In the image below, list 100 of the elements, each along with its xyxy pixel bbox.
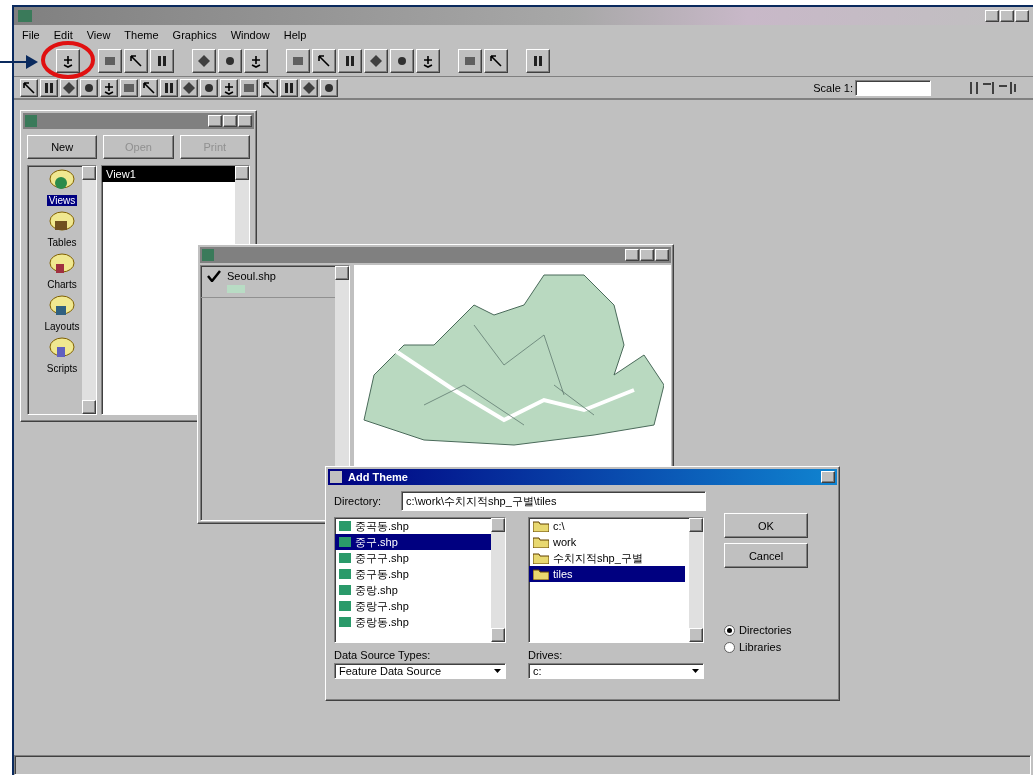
directory-field[interactable]: c:\work\수치지적shp_구별\tiles [401, 491, 706, 511]
toolbar-button[interactable] [338, 48, 362, 73]
dialog-button[interactable]: OK [724, 513, 808, 538]
menu-item[interactable]: Edit [53, 29, 73, 41]
maximize-button[interactable] [1000, 10, 1014, 22]
menu-item[interactable]: Help [283, 29, 307, 41]
app-icon [18, 10, 32, 22]
minimize-button[interactable] [985, 10, 999, 22]
document-type-item[interactable]: Scripts [44, 363, 80, 374]
scroll-up-button[interactable] [235, 166, 249, 180]
tool-button[interactable] [220, 78, 238, 97]
menu-item[interactable]: File [22, 29, 40, 41]
scale-field[interactable] [855, 79, 931, 96]
tool-icon [102, 80, 116, 95]
scroll-up-button[interactable] [689, 518, 703, 532]
view-icon [202, 249, 214, 261]
menu-item[interactable]: Graphics [172, 29, 217, 41]
tool-button[interactable] [40, 78, 58, 97]
document-type-item[interactable]: Tables [45, 237, 79, 248]
tool-button[interactable] [320, 78, 338, 97]
caret-icon [494, 669, 501, 673]
toolbar-button[interactable] [56, 48, 80, 73]
toolbar-button[interactable] [150, 48, 174, 73]
shapefile-item[interactable]: 중랑동.shp [335, 614, 491, 630]
drive-dropdown[interactable]: c: [528, 663, 704, 679]
document-type-item[interactable]: Charts [45, 279, 79, 290]
radio-button[interactable] [724, 624, 735, 636]
folder-icon [533, 568, 549, 580]
tool-button[interactable] [60, 78, 78, 97]
dialog-title: Add Theme [348, 471, 408, 483]
toolbar-button[interactable] [98, 48, 122, 73]
scroll-up-button[interactable] [82, 166, 96, 180]
shapefile-item[interactable]: 중구동.shp [335, 566, 491, 582]
toolbar-button[interactable] [364, 48, 388, 73]
folder-item[interactable]: c:\ [529, 518, 685, 534]
maximize-button[interactable] [640, 249, 654, 261]
tool-button[interactable] [280, 78, 298, 97]
shapefile-icon [339, 601, 351, 611]
close-button[interactable] [821, 471, 835, 483]
dialog-button[interactable]: Cancel [724, 543, 808, 568]
folder-item[interactable]: work [529, 534, 685, 550]
scroll-down-button[interactable] [491, 628, 505, 642]
minimize-button[interactable] [625, 249, 639, 261]
close-button[interactable] [238, 115, 252, 127]
toolbar-button[interactable] [390, 48, 414, 73]
shapefile-icon [339, 569, 351, 579]
drives-label: Drives: [528, 649, 564, 661]
tool-icon [317, 53, 331, 68]
menu-item[interactable]: Window [230, 29, 270, 41]
toolbar-button[interactable] [124, 48, 148, 73]
tool-button[interactable] [140, 78, 158, 97]
scroll-down-button[interactable] [82, 400, 96, 414]
scroll-down-button[interactable] [689, 628, 703, 642]
tool-button[interactable] [100, 78, 118, 97]
toolbar-button[interactable] [458, 48, 482, 73]
toolbar-button[interactable] [244, 48, 268, 73]
toolbar-button[interactable] [526, 48, 550, 73]
tool-button[interactable] [20, 78, 38, 97]
toolbar-button[interactable] [416, 48, 440, 73]
shapefile-icon [339, 537, 351, 547]
directory-label: Directory: [334, 495, 382, 507]
toolbar-button[interactable] [312, 48, 336, 73]
shapefile-item[interactable]: 중구구.shp [335, 550, 491, 566]
scroll-up-button[interactable] [491, 518, 505, 532]
tool-button[interactable] [160, 78, 178, 97]
radio-button[interactable] [724, 641, 735, 653]
source-type-dropdown[interactable]: Feature Data Source [334, 663, 506, 679]
tool-icon [162, 80, 176, 95]
document-type-item[interactable]: Layouts [42, 321, 82, 332]
close-button[interactable] [655, 249, 669, 261]
folder-item[interactable]: tiles [529, 566, 685, 582]
shapefile-item[interactable]: 중구.shp [335, 534, 491, 550]
minimize-button[interactable] [208, 115, 222, 127]
menu-item[interactable]: Theme [124, 29, 159, 41]
folder-item[interactable]: 수치지적shp_구별 [529, 550, 685, 566]
menu-item[interactable]: View [86, 29, 111, 41]
maximize-button[interactable] [223, 115, 237, 127]
tool-button[interactable] [80, 78, 98, 97]
close-button[interactable] [1015, 10, 1029, 22]
shapefile-item[interactable]: 중랑.shp [335, 582, 491, 598]
tool-icon [531, 53, 545, 68]
tool-button[interactable] [120, 78, 138, 97]
tool-button[interactable] [240, 78, 258, 97]
checkmark-icon[interactable] [207, 270, 221, 282]
tool-button[interactable] [260, 78, 278, 97]
shapefile-icon [339, 521, 351, 531]
tool-button[interactable] [180, 78, 198, 97]
tool-button[interactable] [200, 78, 218, 97]
toolbar-button[interactable] [286, 48, 310, 73]
toolbar-button[interactable] [218, 48, 242, 73]
document-item[interactable]: View1 [102, 166, 235, 182]
shapefile-item[interactable]: 중곡동.shp [335, 518, 491, 534]
tool-button[interactable] [300, 78, 318, 97]
toolbar-button[interactable] [192, 48, 216, 73]
toolbar-button[interactable] [484, 48, 508, 73]
project-button[interactable]: New [27, 135, 98, 159]
document-type-item[interactable]: Views [46, 195, 78, 206]
tool-icon [262, 80, 276, 95]
shapefile-item[interactable]: 중랑구.shp [335, 598, 491, 614]
scroll-up-button[interactable] [335, 266, 349, 280]
